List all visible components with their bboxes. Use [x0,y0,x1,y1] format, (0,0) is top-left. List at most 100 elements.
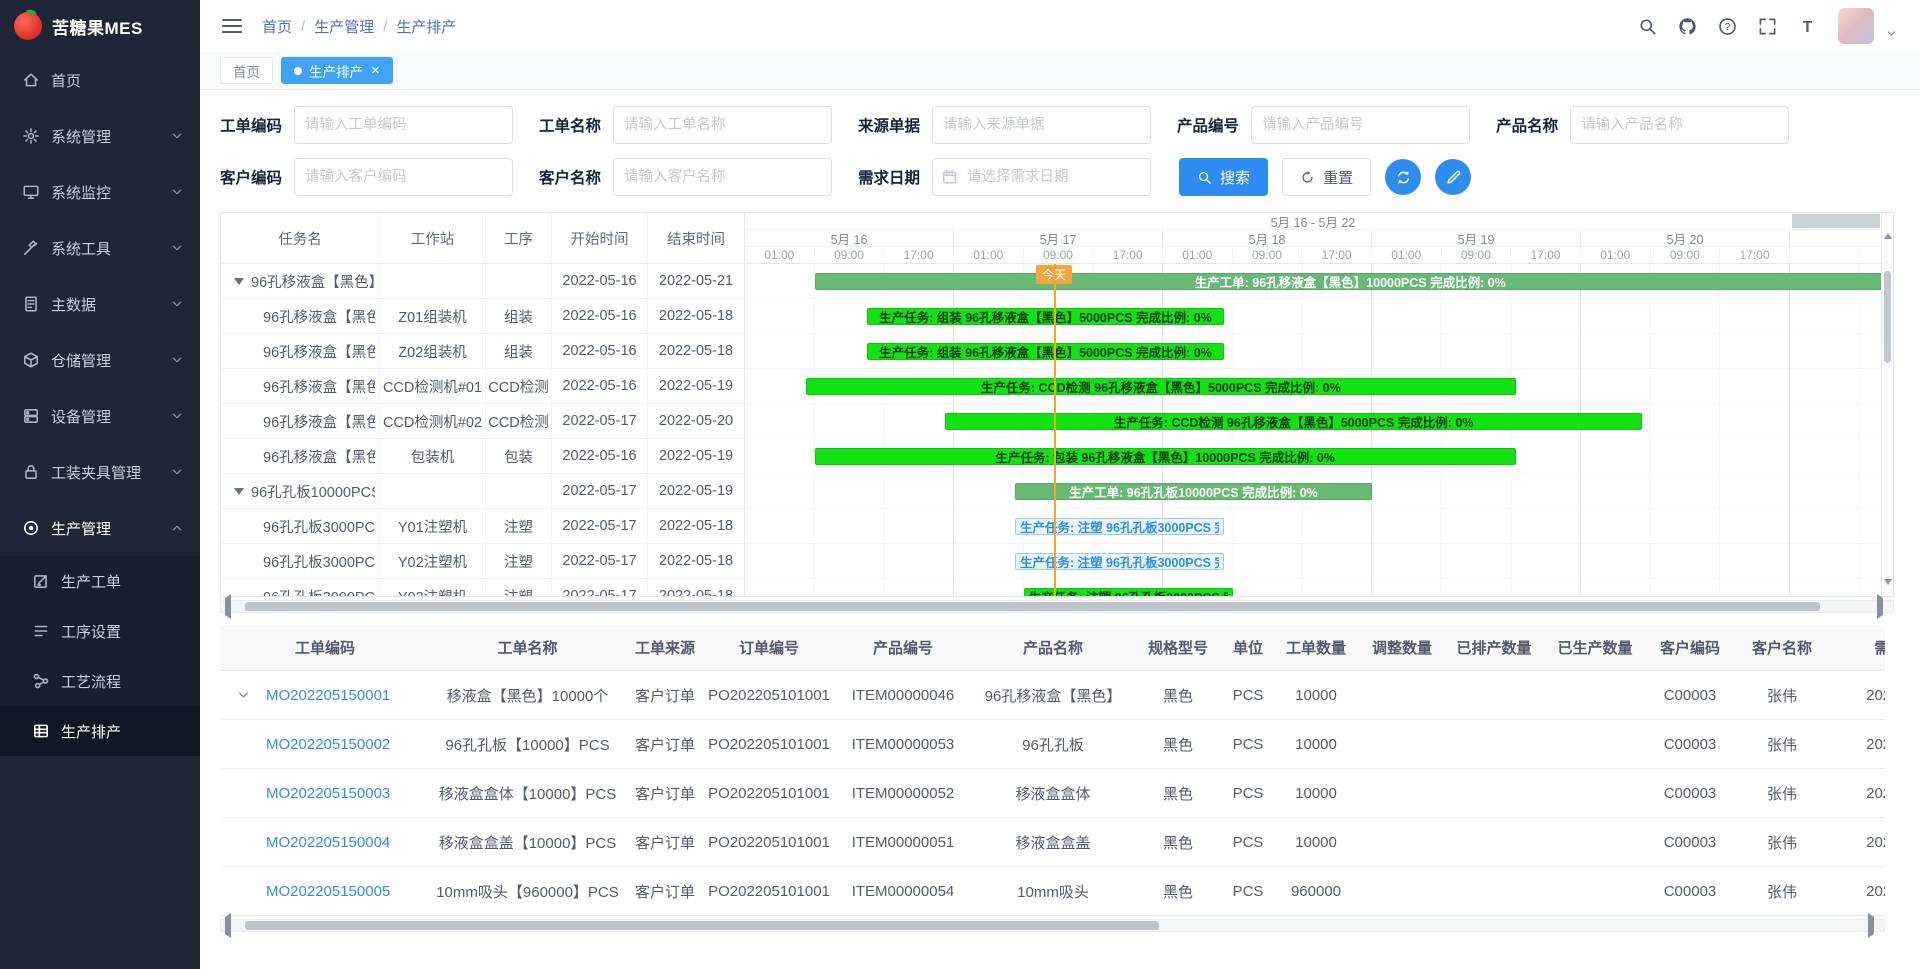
schedule-icon [32,722,50,740]
gantt-vscroll-thumb[interactable] [1884,271,1891,363]
gantt-vertical-scrollbar[interactable] [1881,213,1893,596]
hamburger-icon[interactable] [222,19,242,33]
gantt-task-row[interactable]: 96孔移液盒【黑色】5000PCSZ01组装机组装2022-05-162022-… [221,299,744,334]
table-row[interactable]: MO20220515000510mm吸头【960000】PCS客户订单PO202… [220,867,1885,916]
tab-0[interactable]: 首页 [220,57,273,84]
github-icon[interactable] [1678,17,1697,36]
scroll-down-arrow-icon[interactable] [1884,585,1892,593]
sidebar-submenu: 生产工单工序设置工艺流程生产排产 [0,556,200,756]
edit-button[interactable] [1435,159,1471,195]
gantt-task-row[interactable]: 96孔孔板3000PCSY03注塑机注塑2022-05-172022-05-18 [221,579,744,596]
orders-cell: 2022-05-20 [1831,818,1885,866]
input-wrap [1570,106,1789,144]
fullscreen-icon[interactable] [1758,17,1777,36]
expand-row-icon[interactable] [236,688,251,703]
sidebar-item-1[interactable]: 系统管理 [0,108,200,164]
work-order-link[interactable]: MO202205150003 [266,785,390,802]
gantt-bar[interactable]: 生产工单: 96孔移液盒【黑色】10000PCS 完成比例: 0% [815,273,1881,290]
sidebar-item-2[interactable]: 系统监控 [0,164,200,220]
orders-cell: 移液盒盒盖【10000】PCS [430,818,625,866]
work-order-link[interactable]: MO202205150004 [266,834,390,851]
sync-button[interactable] [1385,159,1421,195]
collapse-caret-icon[interactable] [234,278,244,290]
orders-cell: 客户订单 [625,769,705,817]
text-input[interactable] [294,158,513,196]
gantt-horizontal-scrollbar[interactable] [220,600,1894,613]
help-icon[interactable]: ? [1718,17,1737,36]
gantt-task-row[interactable]: 96孔移液盒【黑色】5000PCSZ02组装机组装2022-05-162022-… [221,334,744,369]
text-input[interactable] [613,158,832,196]
breadcrumb-item[interactable]: 首页 [262,16,292,37]
gantt-day-header: 5月 20 [1581,230,1790,246]
table-row[interactable]: MO202205150001移液盒【黑色】10000个客户订单PO2022051… [220,671,1885,720]
task-start-cell: 2022-05-16 [552,439,648,473]
orders-cell: 10mm吸头 [973,867,1133,915]
reset-button[interactable]: 重置 [1282,158,1371,196]
gantt-task-row[interactable]: 96孔孔板3000PCSY01注塑机注塑2022-05-172022-05-18 [221,509,744,544]
scroll-left-arrow-icon[interactable] [221,598,237,616]
sidebar-item-8[interactable]: 生产管理 [0,500,200,556]
gantt-bar[interactable]: 生产任务: 注塑 96孔孔板3000PCS 完成比例: 0% [1015,518,1224,535]
sidebar-subitem-label: 生产工单 [61,571,121,592]
orders-horizontal-scrollbar[interactable] [220,919,1885,932]
close-icon[interactable]: × [371,63,380,78]
font-size-icon[interactable]: T [1798,17,1817,36]
gantt-task-row[interactable]: 96孔移液盒【黑色】10000PCS2022-05-162022-05-21 [221,264,744,299]
sidebar-subitem-3[interactable]: 生产排产 [0,706,200,756]
task-station-cell [380,474,486,508]
sidebar-item-7[interactable]: 工装夹具管理 [0,444,200,500]
orders-cell: 黑色 [1133,867,1223,915]
task-process-cell: 组装 [486,334,552,368]
logo[interactable]: 苦糖果MES [0,0,200,52]
text-input[interactable] [613,106,832,144]
orders-hscroll-thumb[interactable] [245,921,1158,930]
gantt-task-row[interactable]: 96孔移液盒【黑色】5000PCSCCD检测机#01CCD检测2022-05-1… [221,369,744,404]
gantt-bar[interactable]: 生产任务: 包装 96孔移液盒【黑色】10000PCS 完成比例: 0% [815,448,1516,465]
gantt-bar[interactable]: 生产任务: 组装 96孔移液盒【黑色】5000PCS 完成比例: 0% [867,343,1224,360]
gantt-hscroll-track[interactable] [237,601,1877,612]
gantt-bar[interactable]: 生产工单: 96孔孔板10000PCS 完成比例: 0% [1015,483,1372,500]
tab-1[interactable]: 生产排产× [281,57,393,84]
work-order-link[interactable]: MO202205150001 [266,687,390,704]
table-row[interactable]: MO202205150003移液盒盒体【10000】PCS客户订单PO20220… [220,769,1885,818]
gantt-hscroll-thumb[interactable] [245,602,1819,611]
work-order-link[interactable]: MO202205150005 [266,883,390,900]
scroll-left-arrow-icon[interactable] [221,917,237,935]
gantt-task-row[interactable]: 96孔孔板3000PCSY02注塑机注塑2022-05-172022-05-18 [221,544,744,579]
gantt-task-row[interactable]: 96孔孔板10000PCS2022-05-172022-05-19 [221,474,744,509]
gantt-bar[interactable]: 生产任务: CCD检测 96孔移液盒【黑色】5000PCS 完成比例: 0% [806,378,1516,395]
gantt-bar[interactable]: 生产任务: CCD检测 96孔移液盒【黑色】5000PCS 完成比例: 0% [945,413,1642,430]
text-input[interactable] [1570,106,1789,144]
gantt-bar[interactable]: 生产任务: 注塑 96孔孔板3000PCS 完成比例: 0% [1015,553,1224,570]
search-icon[interactable] [1638,17,1657,36]
scroll-up-arrow-icon[interactable] [1884,216,1892,224]
text-input[interactable] [932,106,1151,144]
sidebar-item-5[interactable]: 仓储管理 [0,332,200,388]
orders-hscroll-track[interactable] [237,920,1868,931]
text-input[interactable] [294,106,513,144]
table-row[interactable]: MO20220515000296孔孔板【10000】PCS客户订单PO20220… [220,720,1885,769]
gantt-panel: 任务名工作站工序开始时间结束时间 96孔移液盒【黑色】10000PCS2022-… [220,212,1894,597]
gantt-task-row[interactable]: 96孔移液盒【黑色】10000PCS包装机包装2022-05-162022-05… [221,439,744,474]
collapse-caret-icon[interactable] [234,488,244,500]
sidebar-subitem-1[interactable]: 工序设置 [0,606,200,656]
table-row[interactable]: MO202205150004移液盒盒盖【10000】PCS客户订单PO20220… [220,818,1885,867]
gantt-grid-body: 96孔移液盒【黑色】10000PCS2022-05-162022-05-2196… [221,264,744,596]
text-input[interactable] [1251,106,1470,144]
sidebar-item-4[interactable]: 主数据 [0,276,200,332]
avatar[interactable] [1838,8,1874,44]
breadcrumb-item[interactable]: 生产管理 [314,16,374,37]
search-button[interactable]: 搜索 [1179,158,1268,196]
date-input[interactable] [932,158,1151,196]
gantt-task-row[interactable]: 96孔移液盒【黑色】5000PCSCCD检测机#02CCD检测2022-05-1… [221,404,744,439]
gantt-bar[interactable]: 生产任务: 组装 96孔移液盒【黑色】5000PCS 完成比例: 0% [867,308,1224,325]
sidebar-item-0[interactable]: 首页 [0,52,200,108]
sidebar-item-3[interactable]: 系统工具 [0,220,200,276]
work-order-link[interactable]: MO202205150002 [266,736,390,753]
scroll-right-arrow-icon[interactable] [1868,917,1884,935]
sidebar-item-6[interactable]: 设备管理 [0,388,200,444]
chevron-down-icon[interactable] [1885,27,1898,40]
sidebar-subitem-2[interactable]: 工艺流程 [0,656,200,706]
sidebar-subitem-0[interactable]: 生产工单 [0,556,200,606]
breadcrumb-item[interactable]: 生产排产 [396,16,456,37]
